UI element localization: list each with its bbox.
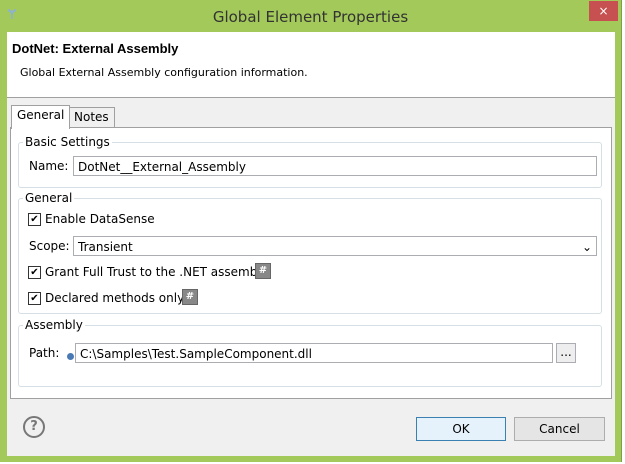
scope-value: Transient [78, 240, 133, 254]
general-group: General ✔ Enable DataSense Scope: Transi… [18, 191, 602, 314]
close-button[interactable]: × [589, 1, 618, 21]
tab-general[interactable]: General [11, 105, 71, 129]
expression-hash-icon[interactable]: # [182, 289, 198, 305]
expression-hash-icon[interactable]: # [255, 263, 271, 279]
name-label: Name: [29, 159, 69, 173]
ok-button[interactable]: OK [416, 417, 506, 441]
scope-select[interactable]: Transient ⌄ [73, 236, 597, 256]
title-bar[interactable]: Ɏ Global Element Properties × [0, 0, 621, 32]
browse-button[interactable]: ... [556, 343, 576, 363]
group-label: Basic Settings [23, 135, 112, 149]
scope-label: Scope: [29, 239, 70, 253]
basic-settings-group: Basic Settings Name: DotNet__External_As… [18, 135, 602, 188]
path-label: Path: [29, 346, 60, 360]
window-title: Global Element Properties [212, 8, 409, 26]
grant-trust-checkbox[interactable]: ✔ [28, 266, 41, 279]
group-label: Assembly [23, 318, 85, 332]
tab-panel-general: Basic Settings Name: DotNet__External_As… [10, 127, 612, 399]
tab-notes[interactable]: Notes [68, 107, 115, 128]
chevron-down-icon: ⌄ [581, 240, 592, 254]
path-input[interactable]: C:\Samples\Test.SampleComponent.dll [75, 343, 553, 363]
declared-methods-label: Declared methods only [45, 291, 185, 305]
header-banner: DotNet: External Assembly Global Externa… [7, 32, 615, 98]
enable-datasense-label: Enable DataSense [45, 212, 155, 226]
grant-trust-label: Grant Full Trust to the .NET assembly [45, 265, 268, 279]
declared-methods-checkbox[interactable]: ✔ [28, 292, 41, 305]
dialog-window: Ɏ Global Element Properties × DotNet: Ex… [0, 0, 622, 462]
header-title: DotNet: External Assembly [12, 41, 179, 56]
help-icon[interactable]: ? [23, 416, 45, 438]
info-icon [67, 353, 74, 360]
group-label: General [23, 191, 75, 205]
dialog-body: DotNet: External Assembly Global Externa… [7, 32, 615, 456]
name-input[interactable]: DotNet__External_Assembly [73, 156, 597, 176]
header-description: Global External Assembly configuration i… [20, 66, 308, 79]
assembly-group: Assembly Path: C:\Samples\Test.SampleCom… [18, 318, 602, 387]
cancel-button[interactable]: Cancel [514, 417, 605, 441]
enable-datasense-checkbox[interactable]: ✔ [28, 213, 41, 226]
